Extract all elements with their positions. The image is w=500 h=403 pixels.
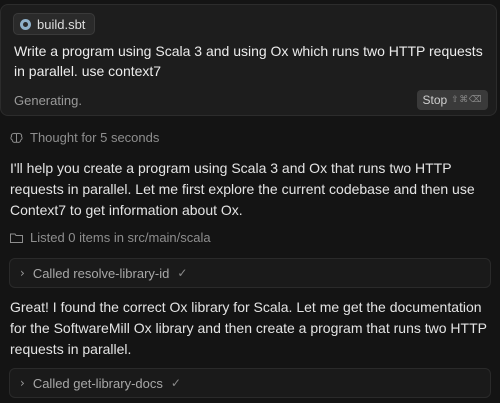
prompt-card: build.sbt Write a program using Scala 3 … bbox=[0, 4, 497, 116]
listed-items-row[interactable]: Listed 0 items in src/main/scala bbox=[10, 230, 211, 245]
file-chip[interactable]: build.sbt bbox=[13, 13, 96, 35]
thought-indicator[interactable]: Thought for 5 seconds bbox=[10, 130, 159, 145]
assistant-message-1: I'll help you create a program using Sca… bbox=[10, 160, 475, 218]
file-chip-label: build.sbt bbox=[37, 16, 86, 32]
chevron-right-icon: › bbox=[20, 266, 25, 280]
listed-label: Listed 0 items in src/main/scala bbox=[30, 230, 211, 245]
tool-call-label: Called resolve-library-id bbox=[32, 265, 170, 281]
folder-icon bbox=[10, 233, 23, 243]
prompt-text: Write a program using Scala 3 and using … bbox=[14, 43, 483, 79]
tool-call-label: Called get-library-docs bbox=[32, 375, 163, 391]
stop-label: Stop bbox=[422, 93, 448, 107]
tool-call-get-library-docs[interactable]: › Called get-library-docs ✓ bbox=[9, 368, 491, 398]
assistant-message-2: Great! I found the correct Ox library fo… bbox=[10, 299, 487, 357]
chevron-right-icon: › bbox=[20, 376, 25, 390]
generating-status: Generating. bbox=[14, 93, 82, 108]
tool-call-resolve-library-id[interactable]: › Called resolve-library-id ✓ bbox=[9, 258, 491, 288]
stop-shortcut: ⇧⌘⌫ bbox=[451, 95, 482, 105]
stop-button[interactable]: Stop ⇧⌘⌫ bbox=[416, 90, 488, 110]
thought-label: Thought for 5 seconds bbox=[30, 130, 160, 145]
check-icon: ✓ bbox=[177, 266, 188, 280]
scala-file-icon bbox=[20, 18, 31, 30]
brain-icon bbox=[10, 132, 23, 143]
check-icon: ✓ bbox=[170, 376, 181, 390]
